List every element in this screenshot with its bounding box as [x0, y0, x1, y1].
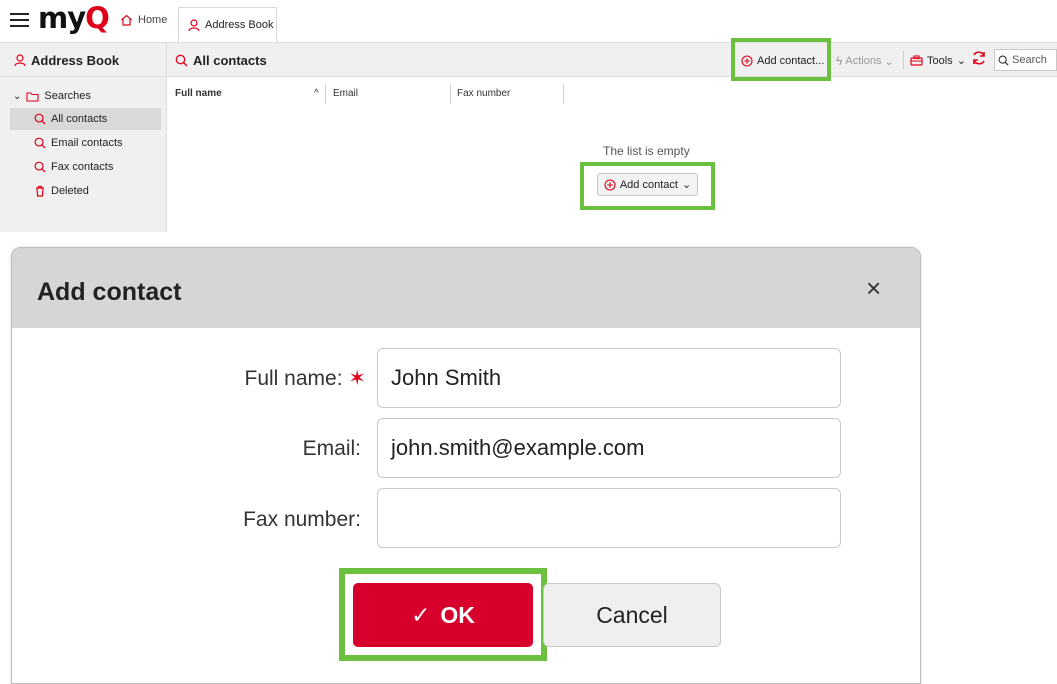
search-input[interactable]: Search — [994, 49, 1057, 71]
close-icon[interactable]: × — [866, 273, 881, 303]
search-placeholder: Search — [1012, 54, 1047, 66]
tab-address-book-label: Address Book — [205, 19, 274, 31]
cancel-button[interactable]: Cancel — [543, 583, 721, 647]
add-contact-label: Add contact... — [757, 55, 825, 67]
ok-label: OK — [440, 601, 475, 628]
chevron-down-icon: ⌄ — [681, 179, 692, 191]
email-field[interactable]: john.smith@example.com — [377, 418, 841, 478]
tab-home-label: Home — [138, 14, 168, 26]
dialog-title: Add contact — [37, 278, 182, 306]
toolbar-separator — [903, 51, 904, 69]
column-divider — [563, 84, 564, 104]
person-icon — [14, 54, 26, 67]
tab-home[interactable]: Home — [120, 14, 167, 26]
sidebar-item-fax-contacts[interactable]: Fax contacts — [34, 161, 113, 173]
chevron-down-icon: ⌄ — [956, 55, 966, 67]
empty-add-contact-label: Add contact — [619, 178, 678, 191]
add-contact-dialog: Add contact × Full name: ✶ John Smith Em… — [11, 247, 921, 684]
full-name-field[interactable]: John Smith — [377, 348, 841, 408]
toolbar-add-contact-button[interactable]: Add contact... — [741, 55, 824, 67]
sidebar-item-label: Deleted — [51, 185, 89, 197]
checkmark-icon: ✓ — [411, 601, 431, 628]
ok-button[interactable]: ✓ OK — [353, 583, 533, 647]
email-label: Email: — [302, 437, 361, 460]
fax-number-field[interactable] — [377, 488, 841, 548]
plus-circle-icon — [604, 178, 616, 191]
chevron-down-icon: ⌄ — [884, 55, 894, 68]
search-icon — [34, 113, 46, 125]
empty-add-contact-button[interactable]: Add contact ⌄ — [597, 173, 698, 196]
sidebar-title-label: Address Book — [31, 53, 120, 68]
sidebar-item-deleted[interactable]: Deleted — [34, 185, 89, 197]
sidebar-item-label: All contacts — [51, 113, 108, 125]
tools-label: Tools — [927, 54, 953, 67]
column-header-full-name[interactable]: Full name — [175, 88, 222, 99]
myq-logo: myQ — [38, 1, 110, 35]
folder-icon — [26, 91, 39, 102]
required-asterisk-icon: ✶ — [348, 367, 366, 390]
trash-icon — [36, 185, 44, 197]
actions-label: Actions — [845, 55, 882, 67]
search-icon — [175, 54, 188, 67]
refresh-icon[interactable] — [971, 50, 987, 71]
actions-dropdown[interactable]: ϟ Actions ⌄ — [836, 54, 894, 68]
column-header-fax-number[interactable]: Fax number — [457, 88, 510, 99]
sidebar-item-all-contacts[interactable]: All contacts — [34, 113, 107, 125]
view-title: All contacts — [175, 53, 267, 68]
sidebar-item-label: Fax contacts — [51, 161, 114, 173]
sidebar-group-searches[interactable]: ⌄ Searches — [13, 90, 91, 102]
lightning-icon: ϟ — [836, 54, 843, 68]
toolbar — [0, 42, 1057, 77]
tools-dropdown[interactable]: Tools ⌄ — [910, 54, 966, 67]
toolbox-icon — [910, 55, 923, 66]
search-icon — [998, 55, 1009, 66]
column-divider — [325, 84, 326, 104]
plus-circle-icon — [741, 55, 753, 67]
pane-divider — [166, 42, 167, 232]
tab-address-book[interactable]: Address Book — [178, 7, 277, 42]
home-icon — [121, 14, 132, 26]
column-header-email[interactable]: Email — [333, 88, 358, 99]
person-icon — [188, 18, 200, 31]
sidebar-item-label: Email contacts — [51, 137, 123, 149]
search-icon — [34, 137, 46, 149]
full-name-label: Full name: ✶ — [244, 367, 367, 390]
view-title-label: All contacts — [193, 53, 267, 68]
chevron-down-icon: ⌄ — [13, 90, 22, 102]
column-divider — [450, 84, 451, 104]
search-icon — [34, 161, 46, 173]
sidebar-item-email-contacts[interactable]: Email contacts — [34, 137, 123, 149]
sort-ascending-icon: ^ — [314, 88, 319, 99]
hamburger-menu-icon[interactable] — [10, 13, 29, 28]
fax-number-label: Fax number: — [243, 508, 361, 531]
empty-list-message: The list is empty — [603, 144, 690, 158]
sidebar-title: Address Book — [14, 53, 119, 68]
sidebar-group-label: Searches — [44, 90, 91, 102]
